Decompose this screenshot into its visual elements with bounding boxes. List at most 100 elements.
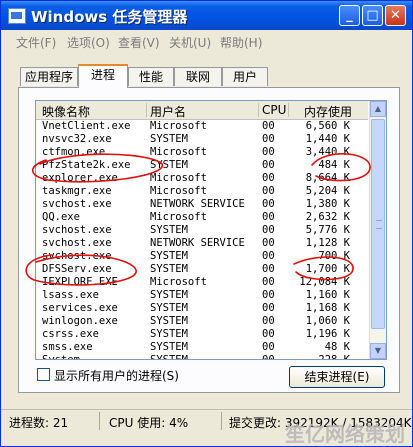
- process-memory: 1,700 K: [305, 263, 350, 275]
- process-name: System: [42, 354, 80, 360]
- tab-networking[interactable]: 联网: [174, 67, 222, 86]
- column-user-name[interactable]: 用户名: [150, 103, 186, 120]
- process-user: Microsoft: [150, 276, 207, 288]
- process-user: SYSTEM: [150, 159, 188, 171]
- menu-view[interactable]: 查看(V): [118, 34, 160, 51]
- process-name: explorer.exe: [42, 172, 118, 184]
- process-cpu: 00: [262, 146, 275, 158]
- table-row[interactable]: svchost.exe NETWORK SERVICE 00 1,128 K: [36, 237, 368, 250]
- window-title: Windows 任务管理器: [31, 8, 188, 26]
- process-cpu: 00: [262, 159, 275, 171]
- process-user: Microsoft: [150, 172, 207, 184]
- process-name: QQ.exe: [42, 211, 80, 223]
- table-row[interactable]: PfzState2k.exe SYSTEM 00 484 K: [36, 159, 368, 172]
- tab-users[interactable]: 用户: [222, 67, 268, 86]
- table-row[interactable]: taskmgr.exe Microsoft 00 5,204 K: [36, 185, 368, 198]
- process-cpu: 00: [262, 302, 275, 314]
- table-row[interactable]: csrss.exe SYSTEM 00 1,196 K: [36, 328, 368, 341]
- maximize-button[interactable]: □: [362, 5, 383, 26]
- process-cpu: 00: [262, 120, 275, 132]
- tab-strip: 应用程序 进程 性能 联网 用户: [1, 53, 412, 88]
- vertical-scrollbar[interactable]: ▲ ▼: [369, 101, 386, 359]
- process-memory: 484 K: [318, 159, 350, 171]
- column-memory[interactable]: 内存使用: [304, 103, 352, 120]
- table-row[interactable]: VnetClient.exe Microsoft 00 6,560 K: [36, 120, 368, 133]
- table-row[interactable]: svchost.exe NETWORK SERVICE 00 1,380 K: [36, 198, 368, 211]
- process-user: Microsoft: [150, 146, 207, 158]
- table-row[interactable]: winlogon.exe SYSTEM 00 1,060 K: [36, 315, 368, 328]
- process-memory: 1,160 K: [305, 289, 350, 301]
- tab-performance[interactable]: 性能: [128, 67, 174, 86]
- scroll-down-icon[interactable]: ▼: [370, 343, 386, 359]
- table-row[interactable]: svchost.exe SYSTEM 00 5,776 K: [36, 224, 368, 237]
- table-row[interactable]: explorer.exe Microsoft 00 8,664 K: [36, 172, 368, 185]
- process-name: PfzState2k.exe: [42, 159, 131, 171]
- process-cpu: 00: [262, 354, 275, 360]
- process-cpu: 00: [262, 133, 275, 145]
- menu-options[interactable]: 选项(O): [67, 34, 110, 51]
- process-user: Microsoft: [150, 120, 207, 132]
- process-cpu: 00: [262, 211, 275, 223]
- process-memory: 5,204 K: [305, 185, 350, 197]
- status-cpu-usage: CPU 使用: 4%: [109, 416, 189, 430]
- task-manager-window: Windows 任务管理器 _ □ ✕ 文件(F) 选项(O) 查看(V) 关机…: [0, 0, 413, 447]
- table-row[interactable]: DFSServ.exe SYSTEM 00 1,700 K: [36, 263, 368, 276]
- process-cpu: 00: [262, 237, 275, 249]
- close-icon: ✕: [390, 8, 401, 23]
- process-name: svchost.exe: [42, 198, 112, 210]
- minimize-icon: _: [346, 8, 353, 23]
- process-cpu: 00: [262, 185, 275, 197]
- process-name: services.exe: [42, 302, 118, 314]
- menu-shutdown[interactable]: 关机(U): [169, 34, 211, 51]
- menu-bar: 文件(F) 选项(O) 查看(V) 关机(U) 帮助(H): [1, 30, 412, 52]
- process-memory: 1,168 K: [305, 302, 350, 314]
- table-row[interactable]: QQ.exe Microsoft 00 2,632 K: [36, 211, 368, 224]
- table-row[interactable]: services.exe SYSTEM 00 1,168 K: [36, 302, 368, 315]
- show-all-users-checkbox[interactable]: [37, 368, 50, 381]
- table-row[interactable]: IEXPLORE.EXE Microsoft 00 12,084 K: [36, 276, 368, 289]
- process-memory: 2,632 K: [305, 211, 350, 223]
- close-button[interactable]: ✕: [385, 5, 406, 26]
- table-row[interactable]: lsass.exe SYSTEM 00 1,160 K: [36, 289, 368, 302]
- process-name: VnetClient.exe: [42, 120, 131, 132]
- table-row[interactable]: System SYSTEM 00 228 K: [36, 354, 368, 360]
- show-all-users-label: 显示所有用户的进程(S): [54, 369, 179, 383]
- process-memory: 1,196 K: [305, 328, 350, 340]
- process-user: NETWORK SERVICE: [150, 237, 245, 249]
- maximize-icon: □: [366, 8, 379, 23]
- title-bar[interactable]: Windows 任务管理器 _ □ ✕: [1, 1, 412, 30]
- process-list[interactable]: 映像名称 用户名 CPU 内存使用 VnetClient.exe Microsof…: [35, 100, 387, 360]
- tab-processes[interactable]: 进程: [78, 64, 128, 88]
- process-user: SYSTEM: [150, 250, 188, 262]
- process-cpu: 00: [262, 172, 275, 184]
- end-process-button[interactable]: 结束进程(E): [289, 366, 385, 388]
- process-name: winlogon.exe: [42, 315, 118, 327]
- process-cpu: 00: [262, 224, 275, 236]
- process-user: NETWORK SERVICE: [150, 198, 245, 210]
- table-row[interactable]: svchost.exe SYSTEM 00 700 K: [36, 250, 368, 263]
- column-cpu[interactable]: CPU: [262, 103, 286, 117]
- process-memory: 48 K: [324, 341, 350, 353]
- menu-help[interactable]: 帮助(H): [220, 34, 262, 51]
- process-name: csrss.exe: [42, 328, 99, 340]
- process-memory: 1,440 K: [305, 133, 350, 145]
- process-memory: 3,440 K: [305, 146, 350, 158]
- process-memory: 700 K: [318, 250, 350, 262]
- table-row[interactable]: smss.exe SYSTEM 00 48 K: [36, 341, 368, 354]
- process-cpu: 00: [262, 250, 275, 262]
- process-memory: 1,128 K: [305, 237, 350, 249]
- process-memory: 228 K: [318, 354, 350, 360]
- tab-applications[interactable]: 应用程序: [20, 67, 78, 86]
- table-row[interactable]: nvsvc32.exe SYSTEM 00 1,440 K: [36, 133, 368, 146]
- process-rows: VnetClient.exe Microsoft 00 6,560 Knvsvc32.…: [36, 120, 368, 360]
- table-row[interactable]: ctfmon.exe Microsoft 00 3,440 K: [36, 146, 368, 159]
- menu-file[interactable]: 文件(F): [16, 34, 56, 51]
- scroll-thumb[interactable]: [371, 119, 385, 329]
- scroll-up-icon[interactable]: ▲: [370, 101, 386, 117]
- column-image-name[interactable]: 映像名称: [42, 103, 90, 120]
- process-user: SYSTEM: [150, 224, 188, 236]
- process-memory: 12,084 K: [299, 276, 350, 288]
- minimize-button[interactable]: _: [339, 5, 360, 26]
- process-user: SYSTEM: [150, 289, 188, 301]
- process-name: svchost.exe: [42, 237, 112, 249]
